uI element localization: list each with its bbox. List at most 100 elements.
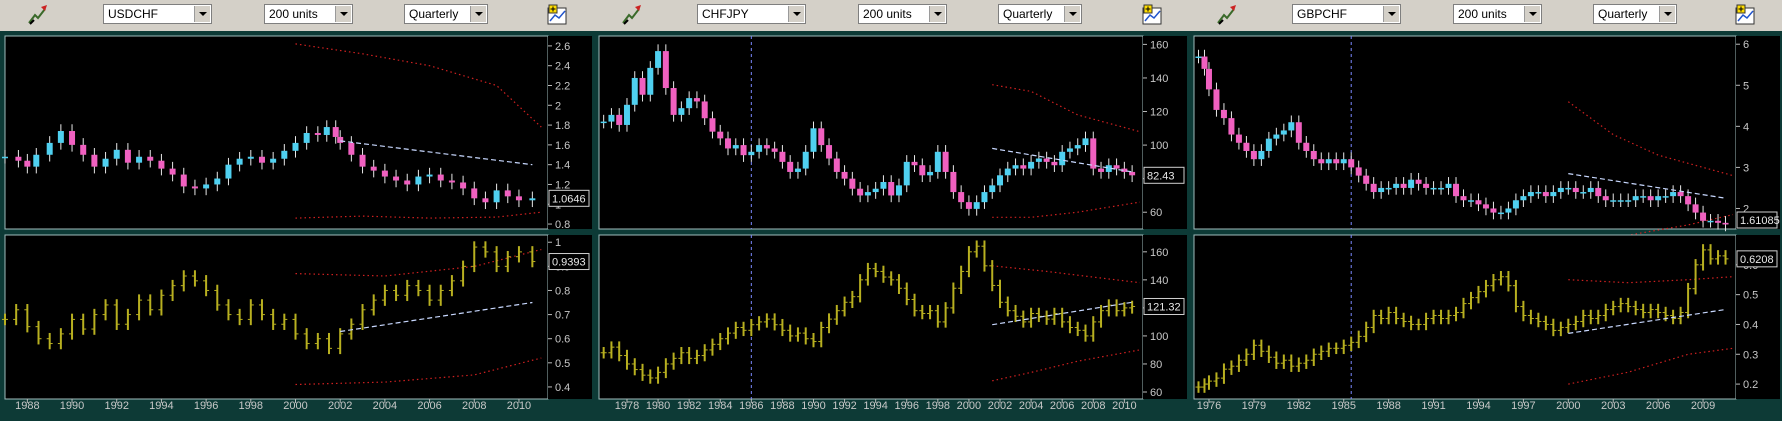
candle <box>942 151 949 172</box>
candle <box>482 198 489 203</box>
candle <box>1378 187 1385 193</box>
candle <box>337 136 344 143</box>
candle <box>934 151 941 172</box>
candle <box>818 128 825 146</box>
candle <box>91 154 98 167</box>
candle <box>717 131 724 139</box>
candle <box>1505 208 1512 213</box>
x-tick-label: 2009 <box>1691 400 1715 412</box>
x-tick-label: 2004 <box>373 400 397 412</box>
candle <box>1074 145 1081 149</box>
candle <box>1288 122 1295 131</box>
draw-tool-icon[interactable] <box>620 3 644 27</box>
candle <box>1685 196 1692 205</box>
add-chart-icon[interactable] <box>546 3 570 27</box>
candle <box>1213 89 1220 110</box>
chevron-down-icon[interactable] <box>1524 6 1540 22</box>
price-pane: 234561.61085 <box>1193 35 1780 240</box>
y-tick-label: 120 <box>1150 107 1168 119</box>
symbol-select-value: CHFJPY <box>702 7 749 21</box>
candle <box>973 202 980 209</box>
chevron-down-icon[interactable] <box>1659 6 1675 22</box>
candle <box>1250 150 1257 160</box>
symbol-select-value: USDCHF <box>108 7 158 21</box>
symbol-select[interactable]: GBPCHF <box>1292 4 1401 24</box>
units-select[interactable]: 200 units <box>858 4 947 24</box>
add-chart-icon[interactable] <box>1141 3 1165 27</box>
x-tick-label: 2000 <box>1556 400 1580 412</box>
x-tick-label: 2006 <box>417 400 441 412</box>
y-tick-label: 1 <box>555 237 561 249</box>
x-axis: 1976 1979 1982 1985 1988 1991 1994 1997 2000 2003… <box>1197 399 1715 412</box>
candle <box>1051 161 1058 166</box>
y-tick-label: 4 <box>1743 121 1749 133</box>
candle <box>1090 138 1097 169</box>
period-select[interactable]: Quarterly <box>404 4 488 24</box>
candle <box>950 171 957 193</box>
candle <box>1542 192 1549 197</box>
units-select-value: 200 units <box>269 7 318 21</box>
symbol-select[interactable]: CHFJPY <box>697 4 806 24</box>
candle <box>1460 196 1467 201</box>
candle <box>1408 179 1415 188</box>
chevron-down-icon[interactable] <box>335 6 351 22</box>
x-tick-label: 1997 <box>1511 400 1535 412</box>
candle <box>623 104 630 125</box>
units-select[interactable]: 200 units <box>1453 4 1542 24</box>
candle <box>113 149 120 159</box>
candle <box>1325 159 1332 164</box>
candle <box>895 185 902 196</box>
candle <box>732 145 739 149</box>
candle <box>826 145 833 159</box>
candle <box>725 138 732 149</box>
candle <box>1098 168 1105 172</box>
candle <box>1201 56 1208 69</box>
draw-tool-icon[interactable] <box>26 3 50 27</box>
last-value-label: 1.61085 <box>1740 215 1780 227</box>
units-select[interactable]: 200 units <box>264 4 353 24</box>
chevron-down-icon[interactable] <box>470 6 486 22</box>
candle <box>709 118 716 132</box>
candle <box>888 182 895 196</box>
candle <box>1129 171 1136 176</box>
chevron-down-icon[interactable] <box>1064 6 1080 22</box>
chart-panel-gbpchf: GBPCHF 200 units Quarterly 2 3 4 5 6 1.61085 0.2 0… <box>1189 0 1782 421</box>
chevron-down-icon[interactable] <box>788 6 804 22</box>
symbol-select[interactable]: USDCHF <box>103 4 212 24</box>
candle <box>1303 142 1310 151</box>
candle <box>833 158 840 172</box>
candle <box>426 174 433 177</box>
y-tick-label: 2.4 <box>555 61 570 73</box>
x-tick-label: 2008 <box>462 400 486 412</box>
draw-tool-icon[interactable] <box>1215 3 1239 27</box>
y-tick-label: 60 <box>1150 207 1162 219</box>
chevron-down-icon[interactable] <box>929 6 945 22</box>
candle <box>370 166 377 171</box>
chevron-down-icon[interactable] <box>194 6 210 22</box>
candle <box>1258 150 1265 160</box>
candle <box>841 171 848 179</box>
x-tick-label: 1994 <box>863 400 887 412</box>
candle <box>958 192 965 203</box>
candle <box>292 142 299 151</box>
candle <box>180 174 187 187</box>
period-select[interactable]: Quarterly <box>998 4 1082 24</box>
chevron-down-icon[interactable] <box>1383 6 1399 22</box>
period-select-value: Quarterly <box>1598 7 1648 21</box>
candle <box>214 178 221 185</box>
x-tick-label: 1990 <box>801 400 825 412</box>
candle <box>693 98 700 102</box>
candle <box>460 182 467 189</box>
candle <box>763 145 770 149</box>
x-tick-label: 1982 <box>1287 400 1311 412</box>
candle <box>903 161 910 186</box>
candle <box>1333 159 1340 164</box>
period-select[interactable]: Quarterly <box>1593 4 1677 24</box>
candle <box>1385 187 1392 190</box>
x-tick-label: 2003 <box>1601 400 1625 412</box>
candle <box>471 188 478 199</box>
candle <box>639 77 646 95</box>
candle <box>247 156 254 159</box>
candle <box>1235 134 1242 143</box>
add-chart-icon[interactable] <box>1734 3 1758 27</box>
